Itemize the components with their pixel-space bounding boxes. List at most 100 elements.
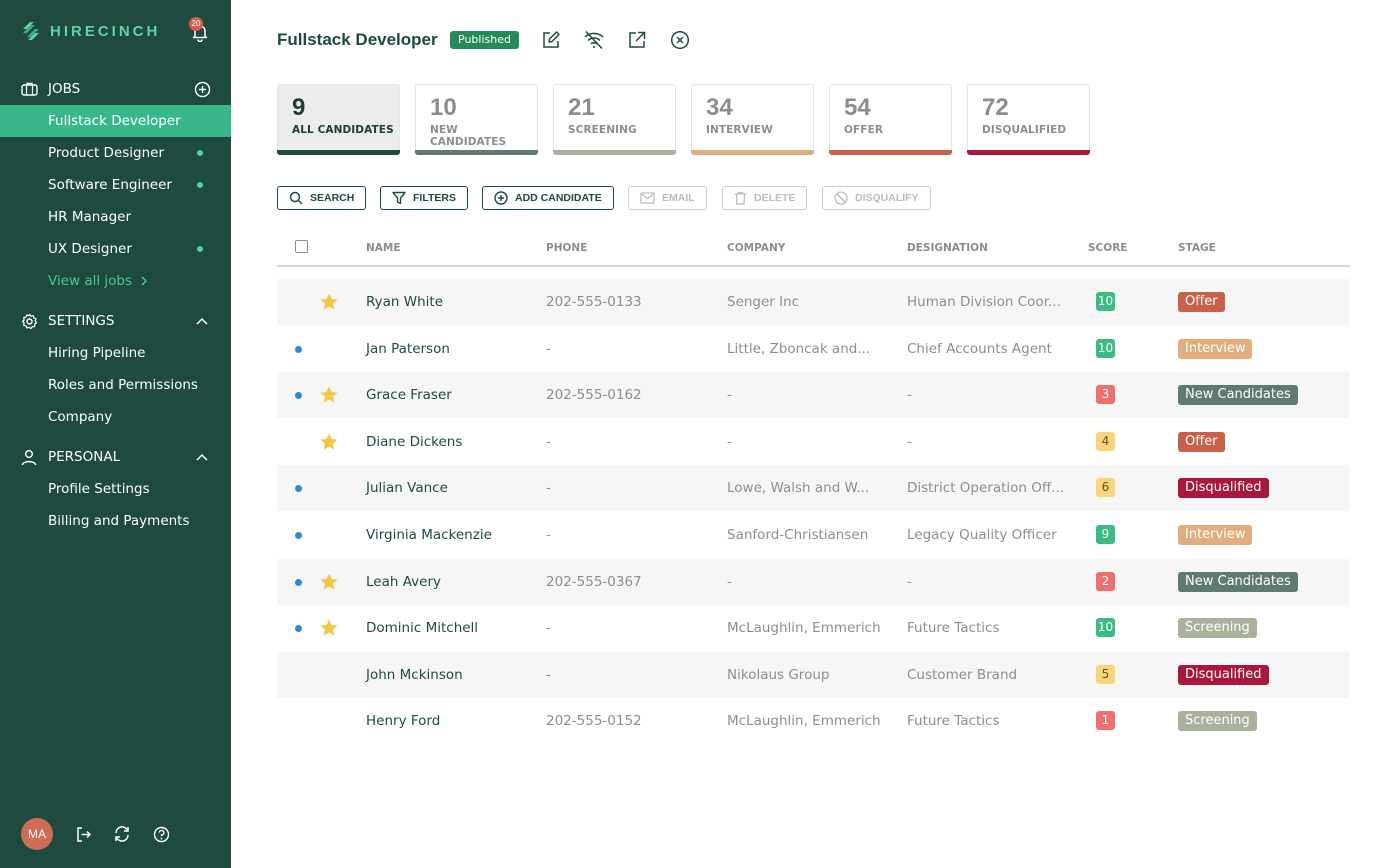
brand-name: HIRECINCH [50, 22, 161, 40]
stage-badge[interactable]: Offer [1178, 431, 1225, 452]
section-personal[interactable]: PERSONAL [20, 448, 211, 466]
sidebar-item-label: Fullstack Developer [48, 113, 181, 129]
block-icon [834, 191, 848, 205]
candidate-name[interactable]: Jan Paterson [366, 326, 450, 372]
edit-icon[interactable] [540, 29, 562, 51]
candidate-name[interactable]: Leah Avery [366, 559, 441, 605]
section-label: SETTINGS [48, 313, 115, 329]
select-all-checkbox[interactable] [295, 240, 308, 253]
sidebar-item-hiring-pipeline[interactable]: Hiring Pipeline [0, 337, 231, 369]
stage-badge[interactable]: Disqualified [1178, 478, 1269, 499]
table-row[interactable]: Julian Vance - Lowe, Walsh and W... Distric… [277, 465, 1349, 512]
stat-all-candidates[interactable]: 9 ALL CANDIDATES [277, 84, 400, 155]
close-circle-icon[interactable] [669, 29, 691, 51]
unpublish-icon[interactable] [583, 29, 605, 51]
column-score[interactable]: SCORE [1088, 242, 1127, 254]
chevron-up-icon[interactable] [193, 448, 211, 466]
candidate-name[interactable]: John Mckinson [366, 652, 463, 698]
stage-badge[interactable]: Interview [1178, 338, 1253, 359]
sidebar-item-label: UX Designer [48, 241, 132, 257]
stage-badge[interactable]: Disqualified [1178, 664, 1269, 685]
stat-count: 34 [706, 94, 733, 121]
sidebar-item-software-engineer[interactable]: Software Engineer [0, 169, 231, 201]
candidate-name[interactable]: Julian Vance [366, 465, 448, 511]
candidate-name[interactable]: Grace Fraser [366, 372, 452, 418]
sidebar-item-product-designer[interactable]: Product Designer [0, 137, 231, 169]
column-name[interactable]: NAME [366, 242, 401, 254]
star-icon[interactable] [319, 385, 339, 405]
refresh-icon[interactable] [113, 825, 131, 843]
view-all-jobs-link[interactable]: View all jobs [0, 265, 231, 297]
star-icon[interactable] [319, 432, 339, 452]
brand[interactable]: HIRECINCH [20, 20, 160, 42]
sidebar-item-label: Roles and Permissions [48, 377, 198, 393]
help-icon[interactable] [152, 825, 170, 843]
column-designation[interactable]: DESIGNATION [907, 242, 988, 254]
filters-button-label: FILTERS [413, 192, 456, 204]
disqualify-button[interactable]: DISQUALIFY [822, 186, 931, 210]
avatar[interactable]: MA [21, 818, 53, 850]
table-row[interactable]: Diane Dickens - - - 4 Offer [277, 419, 1349, 465]
sidebar-item-company[interactable]: Company [0, 401, 231, 433]
table-row[interactable]: Henry Ford 202-555-0152 McLaughlin, Emmeri… [277, 698, 1349, 744]
column-stage[interactable]: STAGE [1178, 242, 1216, 254]
sidebar-item-profile-settings[interactable]: Profile Settings [0, 473, 231, 505]
table-row[interactable]: Jan Paterson - Little, Zboncak and... Chief… [277, 326, 1349, 372]
star-icon[interactable] [319, 572, 339, 592]
candidate-name[interactable]: Ryan White [366, 279, 443, 325]
candidate-company: - [727, 387, 732, 404]
stat-bar [829, 150, 952, 155]
stat-new-candidates[interactable]: 10 NEW CANDIDATES [415, 84, 538, 155]
table-row[interactable]: Grace Fraser 202-555-0162 - - 3 New Candidate… [277, 372, 1349, 419]
candidate-phone: 202-555-0162 [546, 387, 642, 404]
chevron-up-icon[interactable] [193, 312, 211, 330]
stage-badge[interactable]: Interview [1178, 525, 1253, 545]
stat-screening[interactable]: 21 SCREENING [553, 84, 676, 155]
table-row[interactable]: Leah Avery 202-555-0367 - - 2 New Candidates [277, 558, 1349, 605]
add-job-icon[interactable] [193, 80, 211, 98]
section-label: JOBS [48, 81, 81, 97]
stat-interview[interactable]: 34 INTERVIEW [691, 84, 814, 155]
page-title: Fullstack Developer [277, 30, 438, 49]
star-icon[interactable] [319, 618, 339, 638]
search-button[interactable]: SEARCH [277, 186, 367, 210]
stage-badge[interactable]: Screening [1178, 711, 1257, 732]
stage-badge[interactable]: Offer [1178, 292, 1225, 312]
sidebar-item-billing-and-payments[interactable]: Billing and Payments [0, 505, 231, 537]
briefcase-icon [20, 80, 38, 98]
section-settings[interactable]: SETTINGS [20, 312, 211, 330]
candidate-phone: - [546, 527, 551, 543]
candidate-phone: 202-555-0152 [546, 713, 642, 730]
stat-count: 10 [430, 94, 457, 121]
search-icon [289, 191, 303, 205]
stage-badge[interactable]: New Candidates [1178, 571, 1298, 592]
sidebar-item-ux-designer[interactable]: UX Designer [0, 233, 231, 265]
filters-button[interactable]: FILTERS [380, 186, 468, 210]
candidate-name[interactable]: Henry Ford [366, 698, 440, 744]
candidate-name[interactable]: Diane Dickens [366, 419, 462, 465]
table-row[interactable]: Virginia Mackenzie - Sanford-Christiansen L… [277, 512, 1349, 558]
column-company[interactable]: COMPANY [727, 242, 785, 254]
stage-badge[interactable]: New Candidates [1178, 385, 1298, 406]
stat-disqualified[interactable]: 72 DISQUALIFIED [967, 84, 1090, 155]
email-button[interactable]: EMAIL [628, 186, 707, 210]
delete-button[interactable]: DELETE [722, 186, 808, 210]
view-all-jobs-label: View all jobs [48, 273, 133, 289]
table-row[interactable]: Ryan White 202-555-0133 Senger Inc Human Di… [277, 279, 1349, 325]
star-icon[interactable] [319, 292, 339, 312]
add-candidate-button[interactable]: ADD CANDIDATE [482, 186, 614, 210]
candidate-name[interactable]: Virginia Mackenzie [366, 512, 492, 558]
table-row[interactable]: Dominic Mitchell - McLaughlin, Emmerich Fut… [277, 605, 1349, 651]
column-phone[interactable]: PHONE [546, 242, 587, 254]
candidate-name[interactable]: Dominic Mitchell [366, 605, 478, 651]
sidebar-item-fullstack-developer[interactable]: Fullstack Developer [0, 105, 231, 137]
sidebar-item-hr-manager[interactable]: HR Manager [0, 201, 231, 233]
sidebar-footer: MA [21, 818, 170, 850]
stage-badge[interactable]: Screening [1178, 618, 1257, 639]
sidebar-item-roles-and-permissions[interactable]: Roles and Permissions [0, 369, 231, 401]
table-row[interactable]: John Mckinson - Nikolaus Group Customer Bra… [277, 651, 1349, 698]
stat-bar [553, 150, 676, 155]
external-link-icon[interactable] [626, 29, 648, 51]
stat-offer[interactable]: 54 OFFER [829, 84, 952, 155]
logout-icon[interactable] [74, 825, 92, 843]
